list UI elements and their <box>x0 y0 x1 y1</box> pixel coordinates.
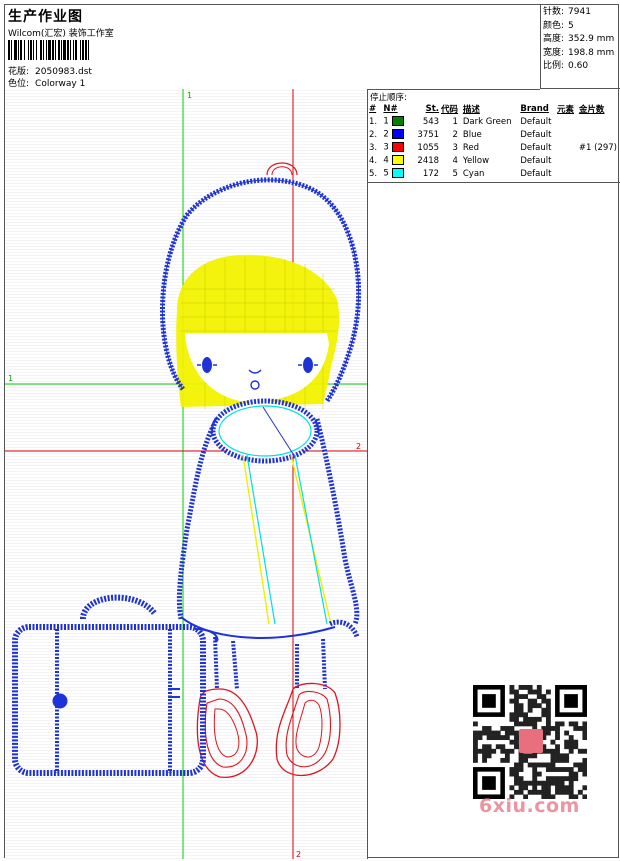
color-swatch <box>391 155 404 166</box>
spec-value: 5 <box>568 20 574 31</box>
col-header: St. <box>425 104 440 114</box>
row-description: Dark Green <box>462 116 512 127</box>
watermark-logo: 6xiu.com <box>479 795 580 817</box>
studio-name: Wilcom(汇宏) 装饰工作室 <box>8 29 114 39</box>
spec-height: 高度: 352.9 mm <box>543 33 618 47</box>
color-swatch <box>391 116 404 127</box>
table-row: 5. 5 172 5 Cyan Default <box>368 167 618 180</box>
spec-label: 颜色: <box>543 20 565 31</box>
row-needle: 1 <box>382 115 411 128</box>
row-num: 5. <box>369 168 378 179</box>
row-element <box>556 128 578 141</box>
colorway-value: Colorway 1 <box>35 79 86 89</box>
spec-value: 198.8 mm <box>568 47 615 58</box>
table-row: 1. 1 543 1 Dark Green Default <box>368 115 618 128</box>
table-row: 2. 2 3751 2 Blue Default <box>368 128 618 141</box>
col-header: 元素 <box>557 105 575 115</box>
row-num: 2. <box>369 129 378 140</box>
colorway-row: 色位: Colorway 1 <box>8 76 85 89</box>
row-code: 1 <box>452 116 458 127</box>
row-description: Cyan <box>462 168 485 179</box>
table-row: 3. 3 1055 3 Red Default #1 (297) <box>368 141 618 154</box>
row-brand: Default <box>520 168 552 179</box>
col-header: 描述 <box>462 105 480 115</box>
row-brand: Default <box>520 155 552 166</box>
row-sequins <box>578 115 618 128</box>
row-element <box>556 141 578 154</box>
col-header: N# <box>383 104 398 114</box>
row-stitches: 543 <box>422 116 440 127</box>
sheet-title: 生产作业图 <box>8 9 83 25</box>
row-needle: 4 <box>382 154 411 167</box>
row-needle: 5 <box>382 167 411 180</box>
red-guide-label-right: 2 <box>356 442 361 451</box>
row-sequins <box>578 128 618 141</box>
row-brand: Default <box>520 142 552 153</box>
row-brand: Default <box>520 129 552 140</box>
color-swatch <box>391 129 404 140</box>
stop-sequence-table: # N# St. 代码 描述 Brand 元素 金片数 1. 1 543 1 D… <box>368 103 618 180</box>
row-code: 2 <box>452 129 458 140</box>
spec-stitches: 针数: 7941 <box>543 6 618 20</box>
spec-value: 7941 <box>568 7 591 17</box>
table-header-row: # N# St. 代码 描述 Brand 元素 金片数 <box>368 103 618 115</box>
row-element <box>556 115 578 128</box>
spec-label: 比例: <box>543 61 565 71</box>
color-swatch <box>391 142 404 153</box>
col-header: 金片数 <box>578 105 605 115</box>
row-description: Blue <box>462 129 482 140</box>
stop-sequence-caption: 停止顺序: <box>370 93 407 103</box>
color-swatch <box>391 168 404 179</box>
row-element <box>556 167 578 180</box>
embroidery-preview: 1 1 2 2 <box>5 89 367 859</box>
row-stitches: 1055 <box>417 142 440 153</box>
spec-width: 宽度: 198.8 mm <box>543 47 618 61</box>
suitcase <box>12 594 219 776</box>
barcode <box>8 40 143 60</box>
row-stitches: 3751 <box>417 129 440 140</box>
col-header: # <box>369 104 377 114</box>
spec-value: 0.60 <box>568 61 589 71</box>
spec-value: 352.9 mm <box>568 34 615 44</box>
row-num: 3. <box>369 142 378 153</box>
shoes <box>196 682 341 778</box>
qr-code-graphic <box>473 685 588 800</box>
spec-colors: 颜色: 5 <box>543 20 618 34</box>
row-code: 4 <box>452 155 458 166</box>
row-brand: Default <box>520 116 552 127</box>
green-guide-label-top: 1 <box>187 91 192 100</box>
design-canvas: 1 1 2 2 <box>5 89 368 859</box>
stop-sequence-panel: 停止顺序: # N# St. 代码 描述 Brand 元素 金片数 1. 1 5… <box>368 89 620 183</box>
row-description: Red <box>462 142 480 153</box>
spec-label: 针数: <box>543 7 565 17</box>
spec-scale: 比例: 0.60 <box>543 60 618 74</box>
dress <box>176 398 360 639</box>
col-header: 代码 <box>441 105 459 115</box>
col-header: Brand <box>520 104 549 114</box>
table-row: 4. 4 2418 4 Yellow Default <box>368 154 618 167</box>
header-panel: 生产作业图 Wilcom(汇宏) 装饰工作室 花版: 2050983.dst 色位… <box>5 5 540 90</box>
red-guide-label-bottom: 2 <box>296 850 301 859</box>
row-needle: 3 <box>382 141 411 154</box>
row-sequins <box>578 154 618 167</box>
spec-label: 宽度: <box>543 47 565 58</box>
spec-label: 高度: <box>543 34 565 44</box>
row-element <box>556 154 578 167</box>
legs <box>213 636 327 690</box>
green-guide-label-left: 1 <box>8 374 13 383</box>
row-num: 1. <box>369 116 378 127</box>
row-code: 3 <box>452 142 458 153</box>
colorway-label: 色位: <box>8 79 30 89</box>
row-num: 4. <box>369 155 378 166</box>
qr-code <box>473 685 588 800</box>
row-needle: 2 <box>382 128 411 141</box>
row-stitches: 172 <box>422 168 440 179</box>
row-sequins: #1 (297) <box>578 142 617 153</box>
row-stitches: 2418 <box>417 155 440 166</box>
row-code: 5 <box>452 168 458 179</box>
production-sheet: 生产作业图 Wilcom(汇宏) 装饰工作室 花版: 2050983.dst 色位… <box>4 4 620 859</box>
row-description: Yellow <box>462 155 490 166</box>
row-sequins <box>578 167 618 180</box>
spec-panel: 针数: 7941 颜色: 5 高度: 352.9 mm 宽度: 198.8 mm 比例:… <box>540 5 620 89</box>
